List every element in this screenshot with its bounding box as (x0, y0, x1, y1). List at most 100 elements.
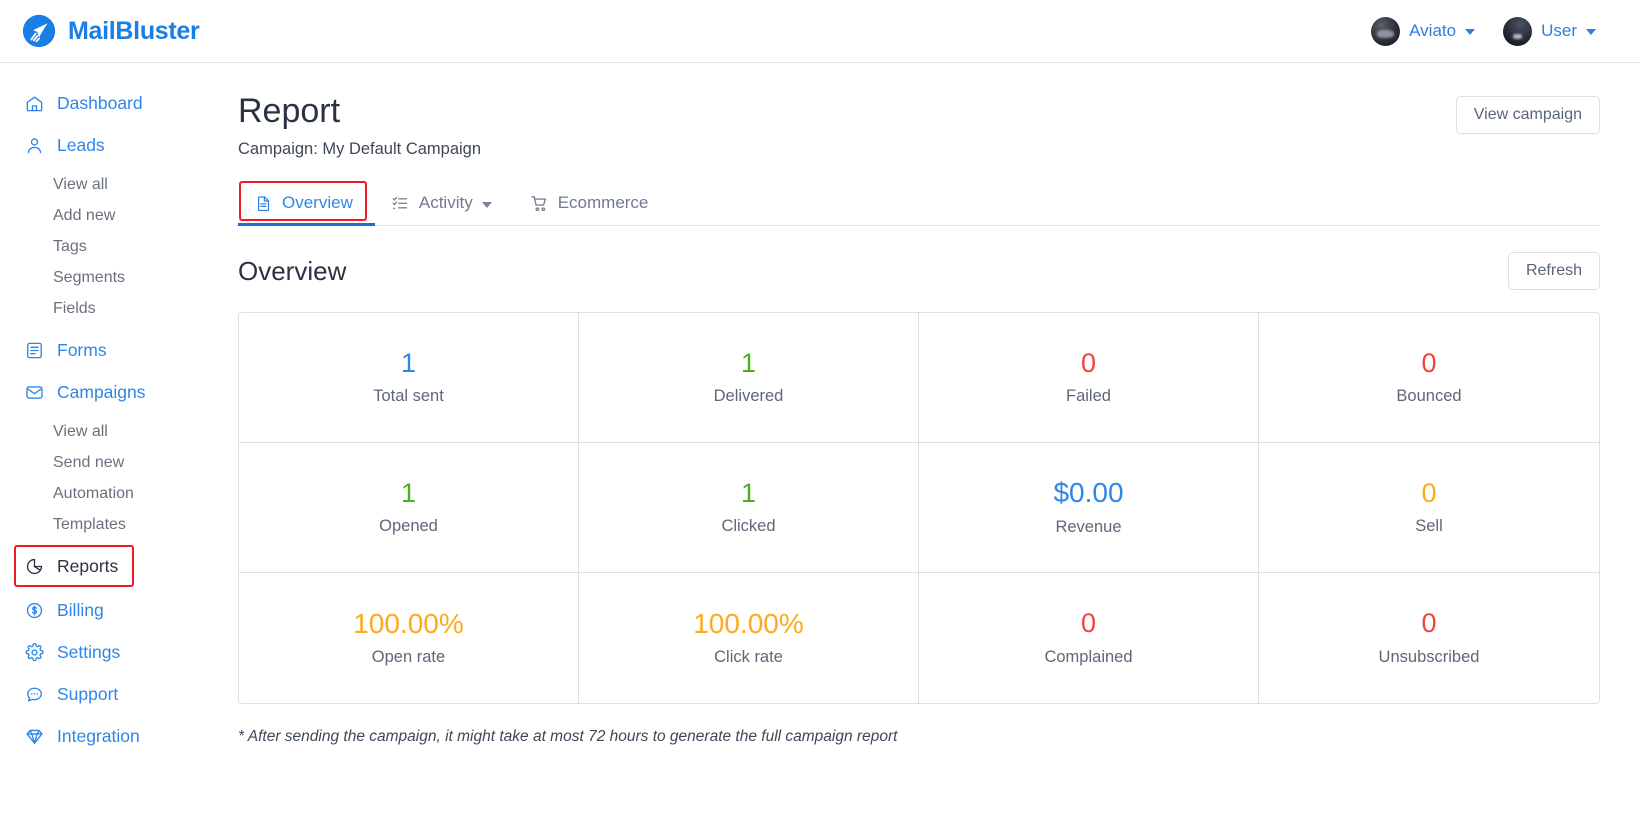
stat-card: $0.00 Revenue (919, 443, 1259, 574)
sidebar-item-leads[interactable]: Leads (0, 130, 236, 161)
tab-activity[interactable]: Activity (375, 185, 514, 225)
tab-label: Activity (418, 193, 473, 213)
sidebar-item-integration[interactable]: Integration (0, 721, 236, 752)
form-icon (24, 341, 44, 361)
sidebar-item-label: Billing (57, 600, 104, 620)
sidebar-subitem-leads-fields[interactable]: Fields (0, 296, 236, 322)
sidebar-item-label: Settings (57, 642, 121, 662)
sidebar-subitem-leads-add-new[interactable]: Add new (0, 203, 236, 229)
sidebar-subitem-label: View all (53, 176, 108, 193)
sidebar-subitem-label: Automation (53, 485, 134, 502)
sidebar-subitem-campaigns-send-new[interactable]: Send new (0, 450, 236, 476)
sidebar-item-dashboard[interactable]: Dashboard (0, 88, 236, 119)
user-label: User (1541, 21, 1577, 40)
section-header: Overview Refresh (236, 252, 1600, 291)
stat-value: 0 (1421, 347, 1437, 378)
stat-label: Sell (1415, 517, 1443, 536)
stat-label: Opened (379, 517, 438, 536)
stat-value: 0 (1421, 477, 1437, 508)
account-label: Aviato (1409, 21, 1457, 40)
sidebar-item-reports[interactable]: Reports (0, 545, 236, 587)
stat-card: 0 Failed (919, 313, 1259, 444)
stat-card: 0 Unsubscribed (1259, 573, 1599, 703)
stat-label: Open rate (371, 648, 446, 667)
dollar-circle-icon (24, 601, 44, 621)
stat-label: Click rate (714, 648, 783, 667)
stat-value: $0.00 (1053, 477, 1124, 509)
sidebar-subitem-label: Tags (53, 238, 87, 255)
stat-card: 1 Clicked (579, 443, 919, 574)
report-tabs: Overview Activity Ecommerce (236, 181, 1600, 227)
stat-value: 1 (740, 347, 757, 378)
view-campaign-button[interactable]: View campaign (1455, 96, 1600, 134)
checklist-icon (391, 194, 410, 213)
section-title: Overview (238, 255, 347, 286)
sidebar-item-forms[interactable]: Forms (0, 335, 236, 366)
sidebar-item-billing[interactable]: Billing (0, 595, 236, 626)
stat-card: 0 Sell (1259, 443, 1599, 574)
sidebar-item-settings[interactable]: Settings (0, 637, 236, 668)
chat-bubble-icon (24, 685, 44, 705)
user-menu[interactable]: User (1503, 16, 1596, 46)
stat-card: 0 Complained (919, 573, 1259, 704)
sidebar-subitem-campaigns-automation[interactable]: Automation (0, 481, 236, 507)
sidebar-subitem-label: Fields (53, 300, 96, 317)
sidebar-subitem-leads-tags[interactable]: Tags (0, 234, 236, 260)
page-header-text: Report Campaign: My Default Campaign (238, 92, 481, 159)
stat-value: 1 (400, 477, 417, 508)
sidebar-subitem-leads-segments[interactable]: Segments (0, 265, 236, 291)
sidebar-item-campaigns[interactable]: Campaigns (0, 377, 236, 408)
sidebar-item-label: Campaigns (57, 382, 146, 402)
sidebar-item-label: Support (57, 684, 119, 704)
account-switcher-aviato[interactable]: Aviato (1371, 16, 1476, 46)
avatar (1503, 16, 1533, 46)
sidebar-subitem-label: Add new (53, 207, 116, 224)
stat-label: Bounced (1396, 387, 1462, 406)
brand[interactable]: MailBluster (22, 14, 200, 48)
refresh-button[interactable]: Refresh (1507, 252, 1600, 291)
stat-value: 100.00% (353, 607, 464, 639)
stat-label: Failed (1066, 387, 1111, 406)
sidebar-subitem-campaigns-view-all[interactable]: View all (0, 419, 236, 445)
mailbluster-logo-icon (22, 14, 56, 48)
stat-value: 0 (1421, 608, 1437, 639)
brand-name: MailBluster (68, 16, 200, 45)
document-icon (254, 194, 273, 213)
topbar-right: Aviato User (1371, 16, 1618, 46)
sidebar-subitem-label: Segments (53, 269, 126, 286)
stat-card: 0 Bounced (1259, 313, 1599, 444)
user-icon (24, 136, 44, 156)
stat-card: 1 Opened (239, 443, 579, 574)
sidebar-subitem-label: View all (53, 423, 108, 440)
main-content: Report Campaign: My Default Campaign Vie… (236, 64, 1640, 815)
shopping-cart-icon (530, 194, 549, 213)
stat-card: 1 Total sent (239, 313, 579, 444)
stat-value: 1 (740, 477, 757, 508)
stat-card: 100.00% Click rate (579, 573, 919, 704)
page-header: Report Campaign: My Default Campaign Vie… (236, 92, 1600, 159)
sidebar-subitem-leads-view-all[interactable]: View all (0, 172, 236, 198)
sidebar-item-label: Forms (57, 340, 107, 360)
campaign-subtitle: Campaign: My Default Campaign (238, 140, 482, 159)
stat-card: 1 Delivered (579, 313, 919, 444)
chevron-down-icon (1586, 29, 1596, 35)
sidebar-subitem-label: Send new (53, 454, 125, 471)
top-bar: MailBluster Aviato User (0, 0, 1640, 63)
sidebar-item-label: Leads (57, 135, 105, 155)
mailbluster-report-page: MailBluster Aviato User Dashboard Leads … (0, 0, 1640, 815)
envelope-icon (24, 383, 44, 403)
stat-value: 1 (400, 347, 417, 378)
sidebar-subitem-campaigns-templates[interactable]: Templates (0, 512, 236, 538)
sidebar: Dashboard Leads View all Add new Tags Se… (0, 64, 236, 815)
stat-label: Clicked (721, 517, 776, 536)
gear-icon (24, 643, 44, 663)
stat-label: Unsubscribed (1378, 647, 1480, 666)
sidebar-item-label: Dashboard (57, 93, 143, 113)
tab-ecommerce[interactable]: Ecommerce (514, 185, 671, 225)
sidebar-item-support[interactable]: Support (0, 679, 236, 710)
stat-label: Revenue (1055, 517, 1122, 536)
pie-chart-icon (24, 557, 44, 577)
sidebar-item-label: Reports (57, 556, 119, 576)
tab-overview[interactable]: Overview (238, 181, 375, 227)
stat-value: 0 (1080, 608, 1097, 639)
